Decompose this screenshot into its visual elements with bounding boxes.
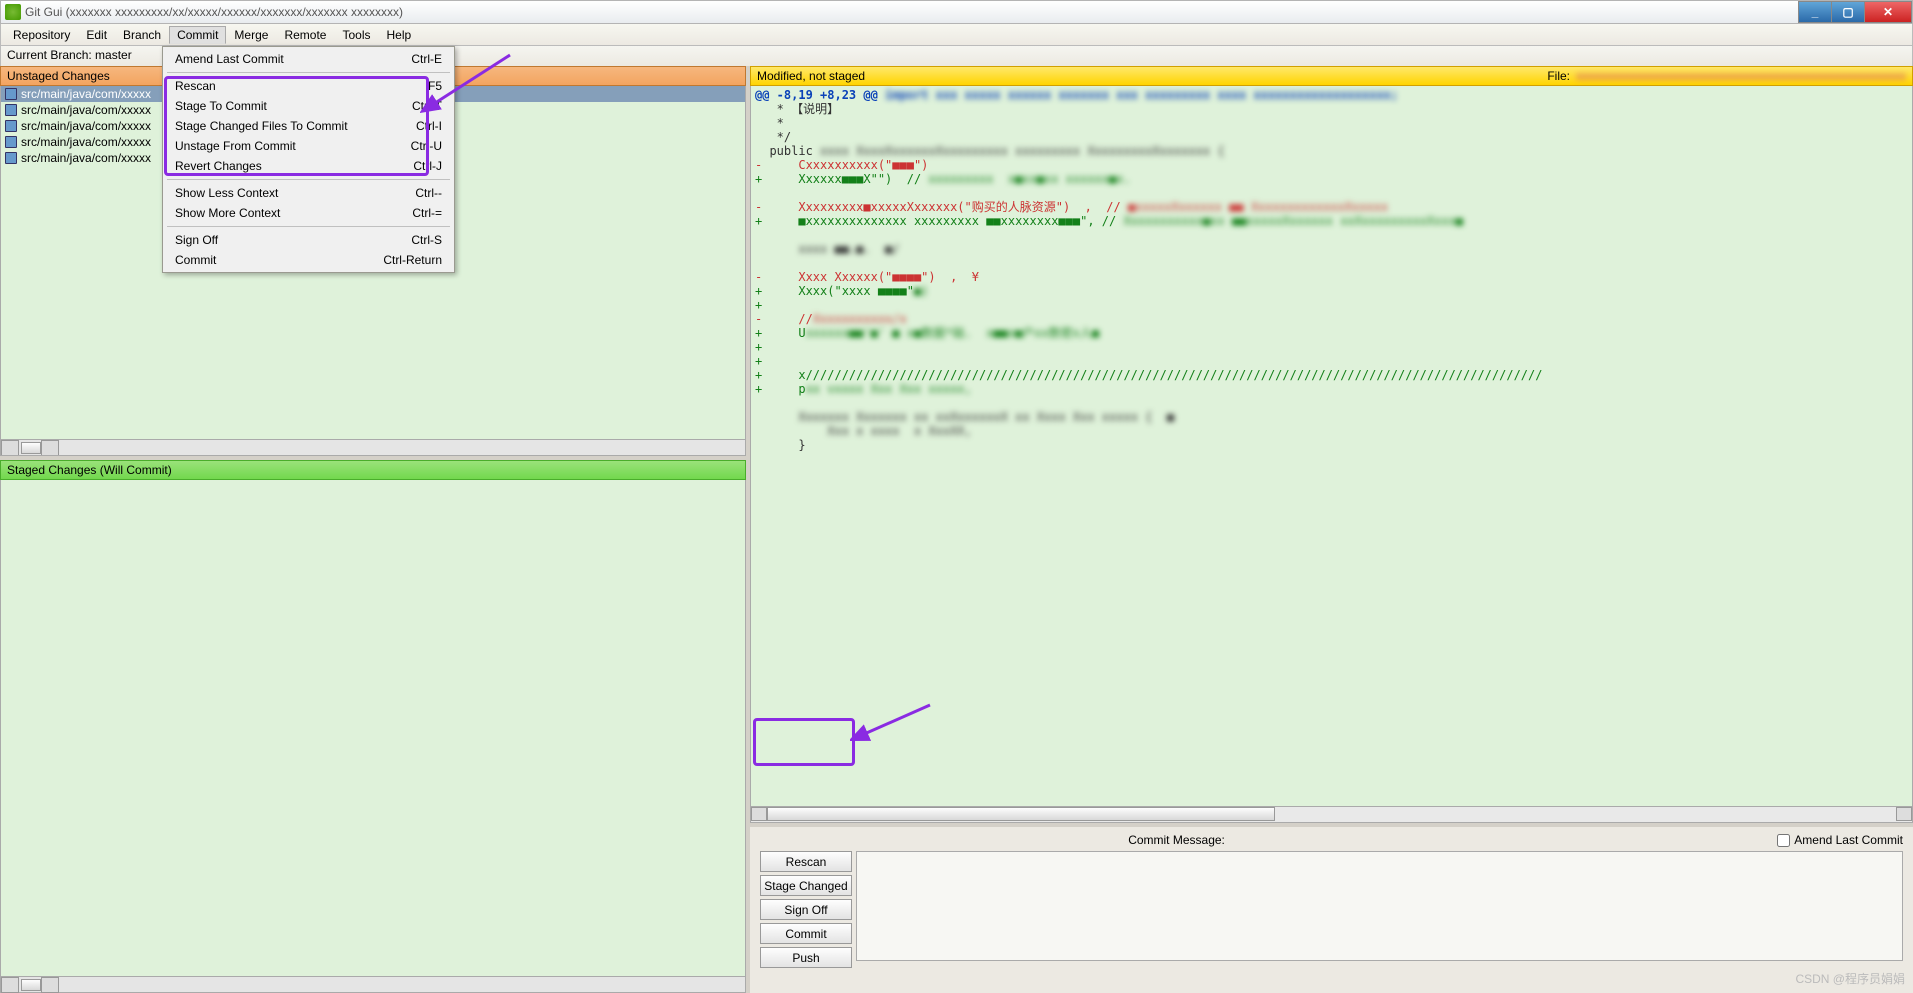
menu-branch[interactable]: Branch: [115, 26, 169, 44]
menubar: RepositoryEditBranchCommitMergeRemoteToo…: [0, 24, 1913, 46]
file-path-label: src/main/java/com/xxxxx: [21, 135, 151, 149]
file-path-label: src/main/java/com/xxxxx: [21, 151, 151, 165]
hscrollbar[interactable]: [1, 976, 745, 992]
menu-tools[interactable]: Tools: [334, 26, 378, 44]
menu-remote[interactable]: Remote: [276, 26, 334, 44]
file-path: xxxxxxxxxxxxxxxxxxxxxxxxxxxxxxxxxxxxxxxx…: [1576, 69, 1906, 83]
file-icon: [5, 120, 17, 132]
commit-button[interactable]: Commit: [760, 923, 852, 944]
menu-item-rescan[interactable]: RescanF5: [165, 76, 452, 96]
watermark: CSDN @程序员娟娟: [1795, 970, 1905, 987]
file-icon: [5, 104, 17, 116]
menu-item-stage-changed-files-to-commit[interactable]: Stage Changed Files To CommitCtrl-I: [165, 116, 452, 136]
menu-item-stage-to-commit[interactable]: Stage To CommitCtrl-T: [165, 96, 452, 116]
diff-status-label: Modified, not staged: [757, 69, 865, 83]
rescan-button[interactable]: Rescan: [760, 851, 852, 872]
diff-hscrollbar[interactable]: [751, 806, 1912, 822]
menu-item-commit[interactable]: CommitCtrl-Return: [165, 250, 452, 270]
menu-edit[interactable]: Edit: [78, 26, 115, 44]
file-path-label: src/main/java/com/xxxxx: [21, 87, 151, 101]
diff-header: Modified, not staged File: xxxxxxxxxxxxx…: [750, 66, 1913, 86]
commit-dropdown: Amend Last CommitCtrl-E RescanF5Stage To …: [162, 46, 455, 273]
file-path-label: src/main/java/com/xxxxx: [21, 103, 151, 117]
file-path-label: src/main/java/com/xxxxx: [21, 119, 151, 133]
commit-message-label: Commit Message:: [1128, 833, 1225, 847]
menu-item-sign-off[interactable]: Sign OffCtrl-S: [165, 230, 452, 250]
menu-item-amend-last-commit[interactable]: Amend Last CommitCtrl-E: [165, 49, 452, 69]
titlebar: Git Gui (xxxxxxx xxxxxxxxx/xx/xxxxx/xxxx…: [0, 0, 1913, 24]
file-icon: [5, 152, 17, 164]
commit-area: Commit Message: Amend Last Commit Rescan…: [750, 823, 1913, 993]
menu-repository[interactable]: Repository: [5, 26, 78, 44]
amend-checkbox[interactable]: Amend Last Commit: [1777, 833, 1903, 847]
window-title: Git Gui (xxxxxxx xxxxxxxxx/xx/xxxxx/xxxx…: [25, 5, 403, 19]
menu-commit[interactable]: Commit: [169, 26, 226, 44]
hscrollbar[interactable]: [1, 439, 745, 455]
menu-item-show-less-context[interactable]: Show Less ContextCtrl--: [165, 183, 452, 203]
amend-checkbox-input[interactable]: [1777, 834, 1790, 847]
minimize-button[interactable]: _: [1798, 1, 1832, 23]
stage-changed-button[interactable]: Stage Changed: [760, 875, 852, 896]
app-icon: [5, 4, 21, 20]
window-buttons: _ ▢ ✕: [1799, 1, 1912, 23]
menu-item-revert-changes[interactable]: Revert ChangesCtrl-J: [165, 156, 452, 176]
staged-file-list: [0, 480, 746, 993]
file-icon: [5, 88, 17, 100]
file-icon: [5, 136, 17, 148]
close-button[interactable]: ✕: [1864, 1, 1912, 23]
menu-help[interactable]: Help: [378, 26, 419, 44]
sign-off-button[interactable]: Sign Off: [760, 899, 852, 920]
file-label: File:: [1547, 69, 1570, 83]
diff-pane[interactable]: @@ -8,19 +8,23 @@ import xxx xxxxx xxxxx…: [750, 86, 1913, 823]
menu-item-show-more-context[interactable]: Show More ContextCtrl-=: [165, 203, 452, 223]
maximize-button[interactable]: ▢: [1831, 1, 1865, 23]
push-button[interactable]: Push: [760, 947, 852, 968]
menu-merge[interactable]: Merge: [226, 26, 276, 44]
staged-header: Staged Changes (Will Commit): [0, 460, 746, 480]
menu-item-unstage-from-commit[interactable]: Unstage From CommitCtrl-U: [165, 136, 452, 156]
commit-message-input[interactable]: [856, 851, 1903, 961]
